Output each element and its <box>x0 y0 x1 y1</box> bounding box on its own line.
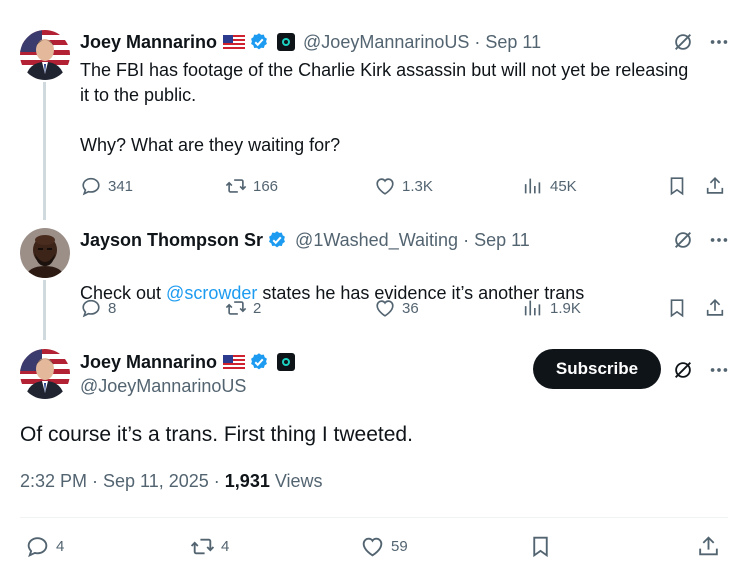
separator-dot: · <box>463 229 470 250</box>
affiliate-badge-icon[interactable] <box>277 33 296 51</box>
timestamp[interactable]: Sep 11 <box>485 32 541 53</box>
share-icon <box>699 535 718 555</box>
avatar[interactable] <box>20 349 70 399</box>
share-icon <box>706 177 724 194</box>
views-label: Views <box>269 471 323 491</box>
verified-badge-icon[interactable] <box>249 32 269 52</box>
more-icon[interactable] <box>708 31 730 53</box>
views-button[interactable]: 1.9K <box>522 296 581 320</box>
main-tweet-handle-row: @JoeyMannarinoUS <box>80 374 246 398</box>
tweet-corner-actions <box>672 228 730 252</box>
avatar[interactable] <box>20 228 70 278</box>
reply-icon <box>82 177 100 196</box>
us-flag-icon <box>223 354 246 370</box>
share-icon <box>706 299 724 316</box>
tweet-action-bar: 8 2 36 1.9K <box>80 296 730 320</box>
like-count: 59 <box>391 537 408 555</box>
repost-icon <box>190 538 215 554</box>
handle[interactable]: @JoeyMannarinoUS <box>303 32 469 53</box>
separator-dot: · <box>474 31 481 52</box>
timestamp[interactable]: Sep 11 <box>474 230 530 251</box>
view-count: 1,931 <box>224 471 270 491</box>
repost-button[interactable]: 2 <box>225 296 261 320</box>
tweet-corner-actions <box>672 30 730 54</box>
handle[interactable]: @1Washed_Waiting <box>295 230 458 251</box>
us-flag-icon <box>223 34 246 50</box>
like-count: 36 <box>402 299 419 317</box>
tweet-header: Jayson Thompson Sr @1Washed_Waiting · Se… <box>80 228 530 252</box>
tweet-header: Joey Mannarino @JoeyMannarinoUS · Sep 11 <box>80 30 541 54</box>
reply-button[interactable]: 341 <box>80 174 133 198</box>
bookmark-icon <box>533 536 548 557</box>
bookmark-icon <box>670 299 684 318</box>
handle[interactable]: @JoeyMannarinoUS <box>80 376 246 397</box>
thread-tweet[interactable]: Joey Mannarino @JoeyMannarinoUS · Sep 11… <box>0 30 749 200</box>
verified-badge-icon[interactable] <box>267 230 287 250</box>
like-button[interactable]: 36 <box>374 296 419 320</box>
main-tweet-timestamp[interactable]: 2:32 PM · Sep 11, 2025 · <box>20 471 225 491</box>
more-icon[interactable] <box>708 359 730 381</box>
grok-icon[interactable] <box>672 229 694 251</box>
repost-count: 2 <box>253 299 262 317</box>
like-button[interactable]: 1.3K <box>374 174 433 198</box>
share-button[interactable] <box>704 174 726 198</box>
like-icon <box>376 178 394 195</box>
main-tweet-action-bar: 4 4 59 <box>20 534 728 562</box>
verified-badge-icon[interactable] <box>249 352 269 372</box>
like-icon <box>362 537 383 556</box>
like-count: 1.3K <box>402 177 433 195</box>
display-name[interactable]: Joey Mannarino <box>80 352 217 373</box>
repost-icon <box>225 179 247 193</box>
affiliate-badge-icon[interactable] <box>277 353 296 371</box>
avatar[interactable] <box>20 30 70 80</box>
divider <box>20 517 728 518</box>
grok-icon[interactable] <box>672 31 694 53</box>
repost-count: 4 <box>221 537 230 555</box>
reply-count: 341 <box>108 177 134 195</box>
thread-tweet[interactable]: Jayson Thompson Sr @1Washed_Waiting · Se… <box>0 228 749 328</box>
main-tweet-header: Joey Mannarino <box>80 350 296 374</box>
tweet-action-bar: 341 166 1.3K 45K <box>80 174 730 198</box>
view-count: 45K <box>550 177 577 195</box>
tweet-text: The FBI has footage of the Charlie Kirk … <box>80 60 689 155</box>
like-icon <box>376 300 394 317</box>
view-count: 1.9K <box>550 299 581 317</box>
bookmark-button[interactable] <box>666 174 688 198</box>
reply-button[interactable]: 4 <box>25 534 64 558</box>
reply-icon <box>27 536 48 557</box>
like-button[interactable]: 59 <box>360 534 408 558</box>
views-icon <box>524 300 541 316</box>
bookmark-icon <box>670 177 684 196</box>
reply-icon <box>82 299 100 318</box>
repost-count: 166 <box>253 177 279 195</box>
views-icon <box>524 178 541 194</box>
views-button[interactable]: 45K <box>522 174 577 198</box>
share-button[interactable] <box>696 534 721 558</box>
repost-icon <box>225 301 247 315</box>
bookmark-button[interactable] <box>666 296 688 320</box>
display-name[interactable]: Jayson Thompson Sr <box>80 230 263 251</box>
share-button[interactable] <box>704 296 726 320</box>
subscribe-button[interactable]: Subscribe <box>533 349 661 389</box>
tweet-corner-actions <box>672 358 730 382</box>
reply-count: 4 <box>56 537 65 555</box>
main-tweet-text: Of course it’s a trans. First thing I tw… <box>20 423 413 446</box>
reply-count: 8 <box>108 299 117 317</box>
repost-button[interactable]: 166 <box>225 174 278 198</box>
grok-icon[interactable] <box>672 359 694 381</box>
reply-button[interactable]: 8 <box>80 296 116 320</box>
bookmark-button[interactable] <box>528 534 553 558</box>
display-name[interactable]: Joey Mannarino <box>80 32 217 53</box>
tweet-meta: 2:32 PM · Sep 11, 2025 · 1,931 Views <box>20 471 323 492</box>
repost-button[interactable]: 4 <box>190 534 229 558</box>
more-icon[interactable] <box>708 229 730 251</box>
